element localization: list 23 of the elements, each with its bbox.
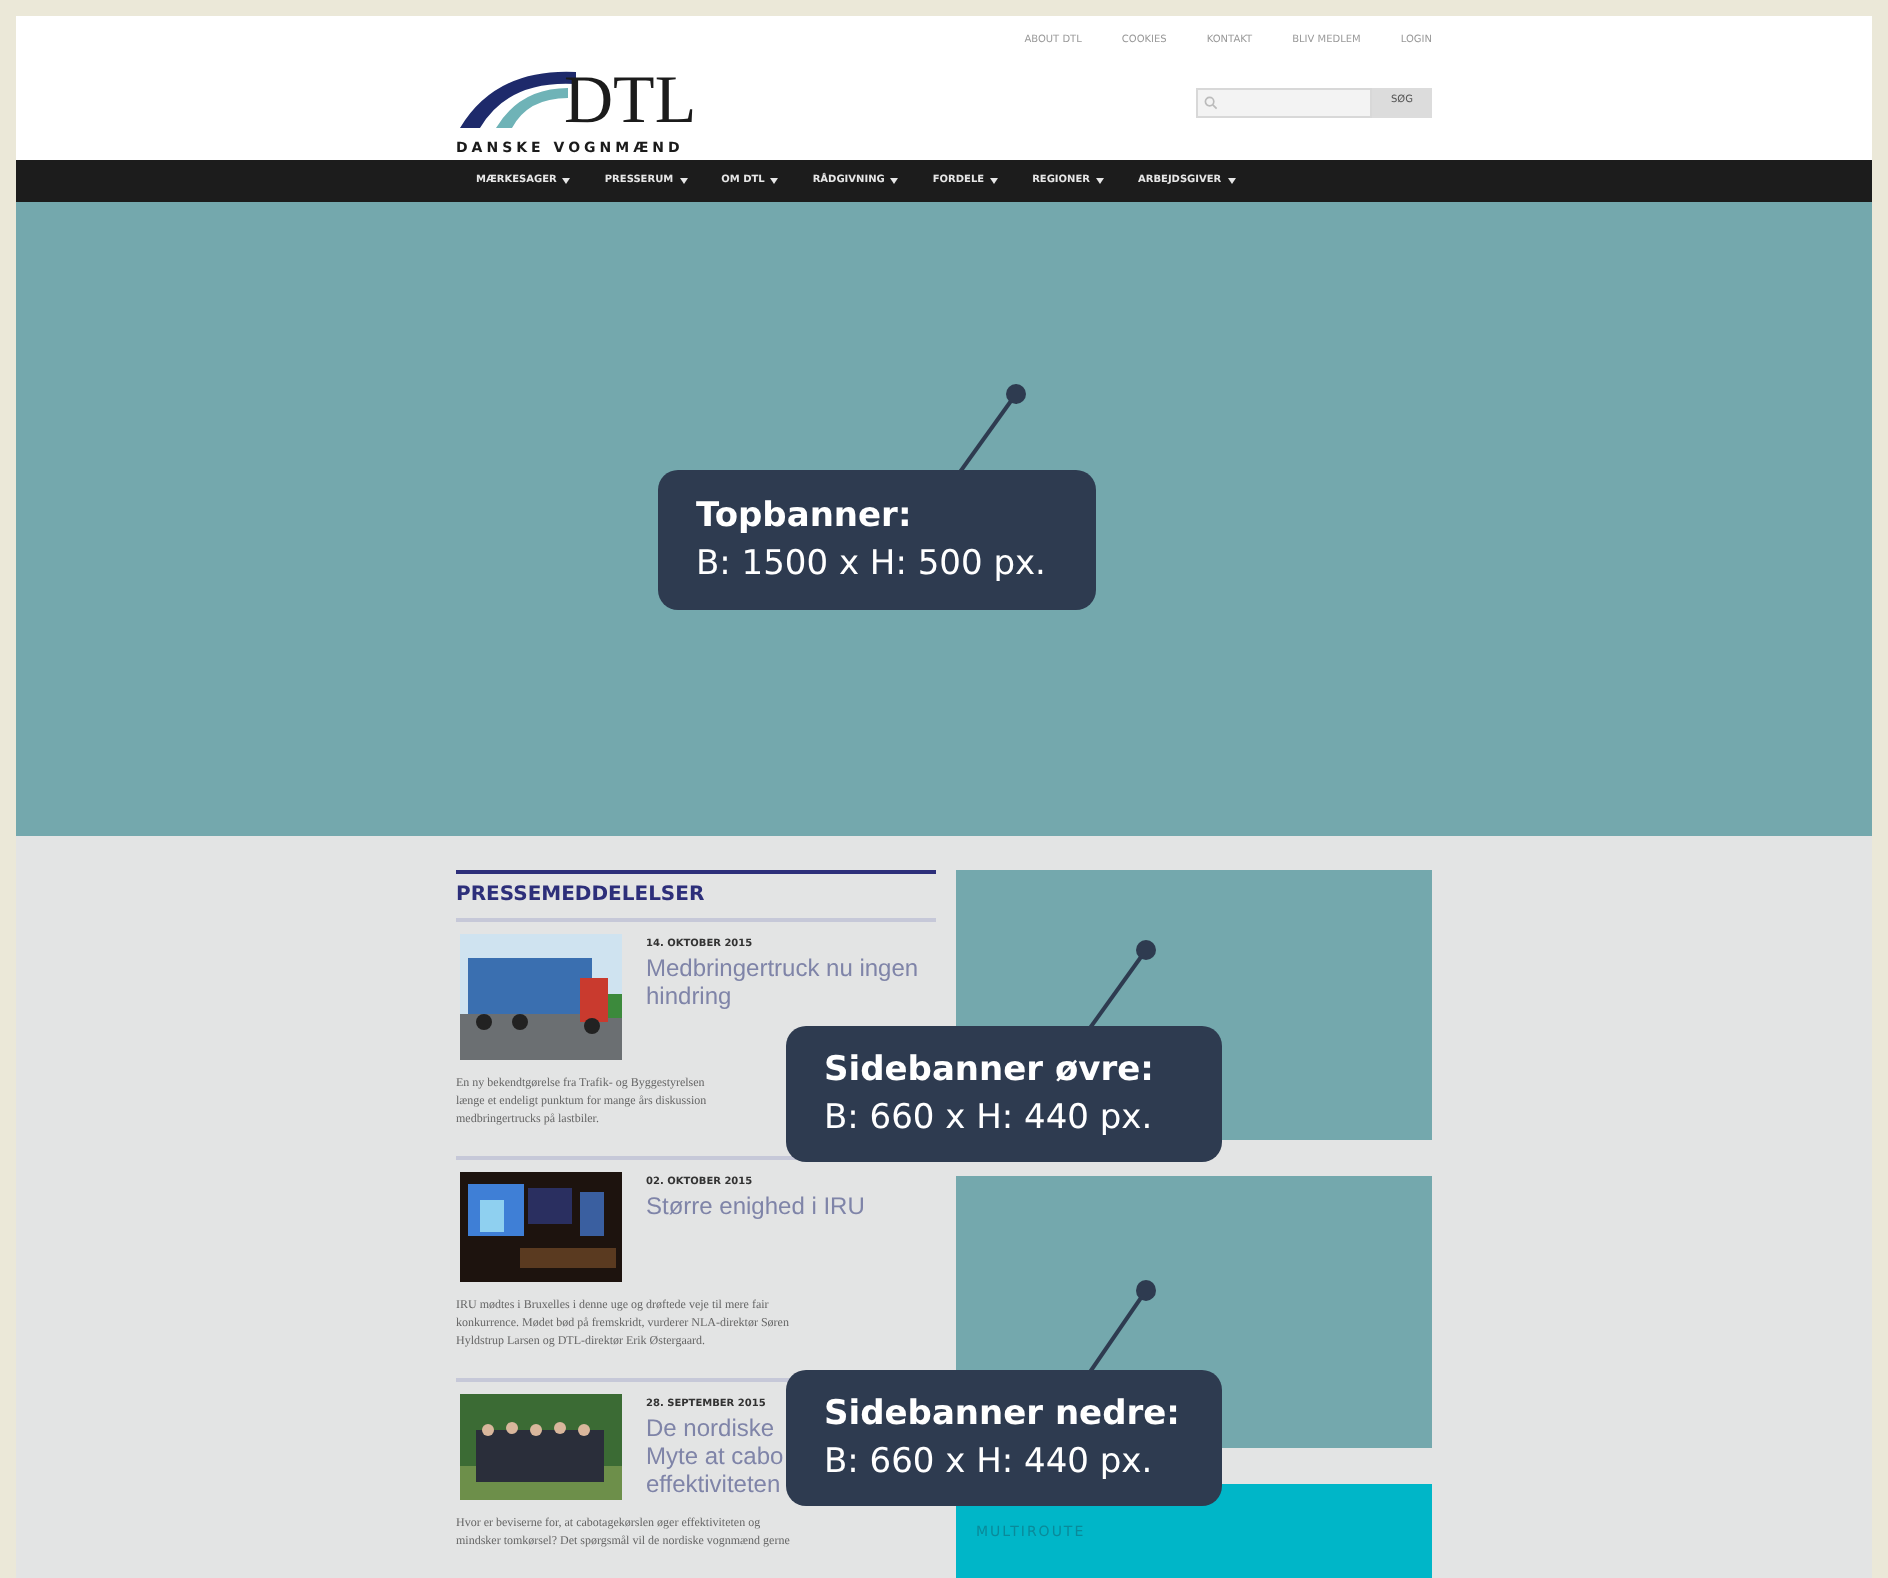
caret-icon xyxy=(770,178,779,184)
article-title[interactable]: hindring xyxy=(646,981,732,1009)
article-title[interactable]: Myte at cabo xyxy=(646,1441,784,1469)
caret-icon xyxy=(1227,178,1236,184)
article-title[interactable]: Medbringertruck nu ingen xyxy=(646,953,919,981)
search-field[interactable] xyxy=(1196,87,1372,117)
article-title[interactable]: effektiviteten xyxy=(646,1469,781,1497)
search-icon xyxy=(1204,95,1218,109)
callout-title: Sidebanner øvre: xyxy=(824,1048,1156,1094)
section-heading: PRESSEMEDDELELSER xyxy=(456,884,707,908)
logo-wordmark: DTL xyxy=(564,72,697,132)
callout-size: B: 660 x H: 440 px. xyxy=(824,1440,1155,1486)
callout-size: B: 660 x H: 440 px. xyxy=(824,1096,1155,1142)
caret-icon xyxy=(1096,178,1104,184)
callout-size: B: 1500 x H: 500 px. xyxy=(696,542,1048,588)
callout-title: Sidebanner nedre: xyxy=(824,1392,1182,1438)
caret-icon xyxy=(679,178,688,184)
article-title[interactable]: De nordiske xyxy=(646,1413,775,1441)
caret-icon xyxy=(990,178,999,184)
caret-icon xyxy=(562,178,571,184)
callout-title: Topbanner: xyxy=(696,494,914,540)
article-title[interactable]: Større enighed i IRU xyxy=(646,1191,865,1219)
caret-icon xyxy=(890,178,899,184)
